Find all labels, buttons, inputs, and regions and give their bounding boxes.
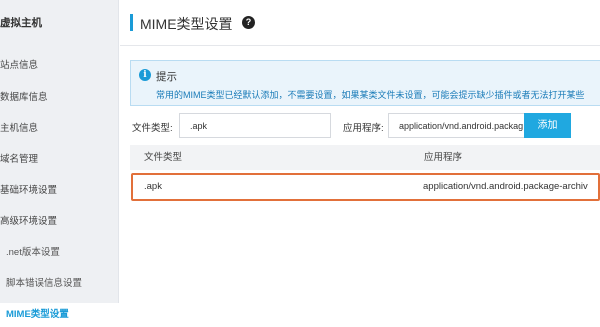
sidebar-item-domain-management[interactable]: 域名管理 — [0, 148, 119, 172]
app-input[interactable] — [388, 113, 545, 138]
sidebar-item-dotnet-version[interactable]: .net版本设置 — [6, 241, 125, 265]
info-icon: i — [139, 69, 151, 81]
help-icon[interactable]: ? — [242, 16, 255, 29]
title-accent-bar — [130, 14, 133, 31]
page-header: MIME类型设置 ? — [120, 0, 600, 46]
app-label: 应用程序: — [343, 123, 384, 134]
sidebar-item-site-info[interactable]: 站点信息 — [0, 54, 119, 78]
sidebar-item-script-error[interactable]: 脚本错误信息设置 — [6, 272, 125, 296]
main-panel: MIME类型设置 ? i 提示 常用的MIME类型已经默认添加，不需要设置，如果… — [120, 0, 600, 327]
sidebar-item-advanced-env[interactable]: 高级环境设置 — [0, 210, 119, 234]
sidebar-item-database-info[interactable]: 数据库信息 — [0, 86, 119, 110]
file-type-label: 文件类型: — [132, 123, 173, 134]
sidebar-item-basic-env[interactable]: 基础环境设置 — [0, 179, 119, 203]
table-header: 文件类型 应用程序 — [130, 145, 600, 170]
sidebar-item-mime-type[interactable]: MIME类型设置 — [0, 303, 119, 327]
sidebar-item-host-info[interactable]: 主机信息 — [0, 117, 119, 141]
column-header-application: 应用程序 — [424, 152, 463, 163]
table-row[interactable]: .apk application/vnd.android.package-arc… — [131, 173, 600, 201]
sidebar-title: 虚拟主机 — [0, 17, 42, 29]
notice-text: 常用的MIME类型已经默认添加，不需要设置，如果某类文件未设置，可能会提示缺少插… — [156, 90, 585, 100]
column-header-file-type: 文件类型 — [144, 152, 183, 163]
add-button[interactable]: 添加 — [524, 113, 571, 138]
notice-title: 提示 — [156, 71, 177, 83]
cell-file-type: .apk — [144, 181, 162, 192]
sidebar: 虚拟主机 站点信息 数据库信息 主机信息 域名管理 基础环境设置 高级环境设置 … — [0, 0, 119, 327]
notice-box: i 提示 常用的MIME类型已经默认添加，不需要设置，如果某类文件未设置，可能会… — [130, 60, 600, 106]
cell-application: application/vnd.android.package-archiv — [423, 181, 588, 192]
file-type-input[interactable] — [179, 113, 331, 138]
page-title: MIME类型设置 — [140, 16, 233, 32]
